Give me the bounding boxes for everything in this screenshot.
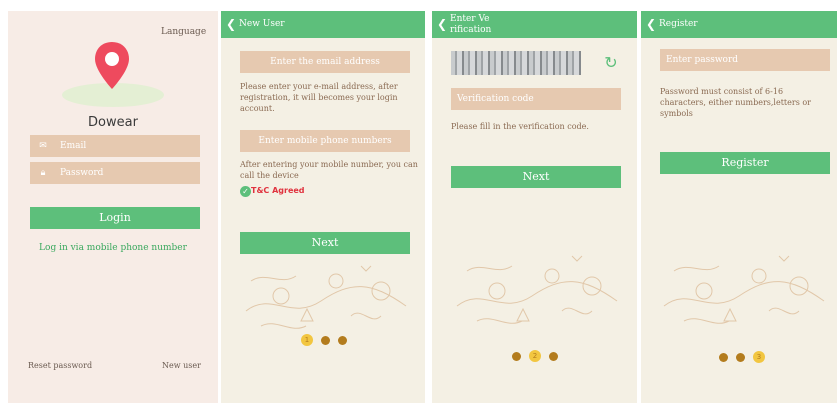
envelope-icon: ✉	[39, 141, 47, 151]
refresh-icon[interactable]: ↻	[601, 53, 621, 73]
doodle-illustration	[456, 255, 618, 324]
header: ❮ Enter Ve rification	[432, 11, 637, 38]
step-indicator: 3	[719, 351, 765, 363]
lock-icon: 🔒︎	[40, 168, 46, 178]
phone-hint: After entering your mobile number, you c…	[240, 160, 418, 180]
language-link[interactable]: Language	[161, 27, 206, 38]
code-hint: Please fill in the verification code.	[451, 122, 589, 131]
password-hint: Password must consist of 6-16 characters…	[660, 87, 811, 118]
mobile-login-link[interactable]: Log in via mobile phone number	[8, 243, 218, 254]
email-hint: Please enter your e-mail address, after …	[240, 82, 398, 113]
step-dot: 2	[529, 350, 541, 362]
captcha-image	[451, 51, 581, 75]
step-dot	[321, 335, 330, 345]
map-pin-icon	[95, 42, 129, 89]
email-input[interactable]: Enter the email address	[240, 51, 410, 73]
password-input[interactable]: Enter password	[660, 49, 830, 71]
page-title-line1: Enter Ve	[450, 14, 490, 24]
app-name: Dowear	[88, 115, 138, 130]
step-dot: 3	[753, 351, 765, 363]
step-indicator: 2	[512, 350, 558, 362]
email-field[interactable]: ✉ Email	[30, 135, 200, 157]
step-dot	[719, 352, 728, 362]
reset-password-link[interactable]: Reset password	[28, 360, 92, 371]
header: ❮ Register	[641, 11, 837, 38]
doodle-illustration	[663, 255, 825, 324]
email-placeholder: Email	[60, 141, 87, 151]
step-dot	[549, 351, 558, 361]
step-dot	[736, 352, 745, 362]
login-screen: Language Dowear ✉ Email 🔒︎ Password Login …	[8, 11, 218, 403]
header: ❮ New User	[221, 11, 425, 38]
step-indicator: 1	[301, 334, 347, 346]
password-field[interactable]: 🔒︎ Password	[30, 162, 200, 184]
phone-input[interactable]: Enter mobile phone numbers	[240, 130, 410, 152]
back-icon[interactable]: ❮	[437, 11, 447, 38]
back-icon[interactable]: ❮	[646, 11, 656, 38]
doodle-illustration	[245, 265, 407, 329]
register-screen: ❮ Register Enter password Password must …	[641, 11, 837, 403]
new-user-link[interactable]: New user	[162, 360, 201, 371]
page-title-line2: rification	[450, 25, 492, 35]
check-circle-icon: ✓	[240, 186, 251, 197]
next-button[interactable]: Next	[451, 166, 621, 188]
verification-code-input[interactable]: Verification code	[451, 88, 621, 110]
page-title: Register	[659, 19, 698, 29]
tc-agreement[interactable]: ✓ T&C Agreed	[240, 185, 305, 197]
tc-label: T&C Agreed	[251, 186, 305, 195]
step-dot	[338, 335, 347, 345]
password-placeholder: Password	[60, 168, 104, 178]
verification-screen: ❮ Enter Ve rification ↻ Verification cod…	[432, 11, 637, 403]
register-button[interactable]: Register	[660, 152, 830, 174]
step-dot	[512, 351, 521, 361]
page-title: New User	[239, 19, 285, 29]
step-dot: 1	[301, 334, 313, 346]
login-button[interactable]: Login	[30, 207, 200, 229]
new-user-screen: ❮ New User Enter the email address Pleas…	[221, 11, 425, 403]
back-icon[interactable]: ❮	[226, 11, 236, 38]
